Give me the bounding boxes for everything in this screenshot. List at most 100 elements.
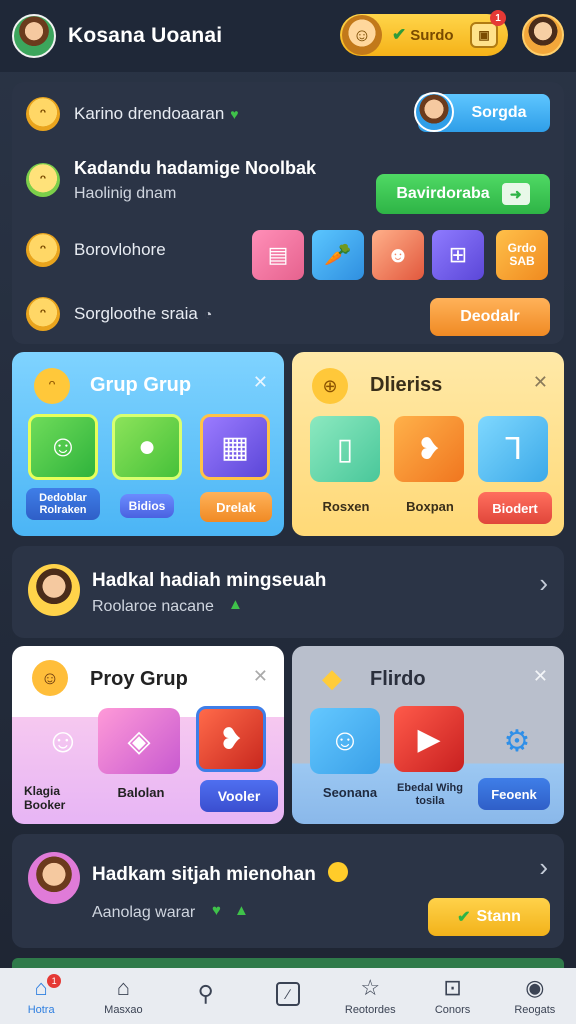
game-button-label: Vooler bbox=[217, 788, 261, 804]
notification-badge: 1 bbox=[490, 10, 506, 26]
bottom-navigation: ⌂ Hotra 1 ⌂ Masxao ⚲ ∕ ☆ Reotordes ⊡ Con… bbox=[0, 968, 576, 1024]
game-tile-gear[interactable]: ⚙ bbox=[482, 708, 552, 774]
game-tile-horn[interactable]: ❥ bbox=[196, 706, 266, 772]
game-button[interactable]: Biodert bbox=[478, 492, 552, 524]
game-label: Klagia Booker bbox=[24, 784, 66, 812]
chevron-right-icon[interactable]: › bbox=[539, 568, 548, 599]
game-tile-marshmallow[interactable]: ▯ bbox=[310, 416, 380, 482]
reward-tile-label: Grdo SAB bbox=[507, 241, 537, 268]
game-label: Balolan bbox=[117, 785, 165, 800]
house-icon: ⌂ bbox=[116, 975, 131, 1000]
clock-icon: ◔ bbox=[203, 306, 213, 322]
treasure-box-icon[interactable]: ▣ bbox=[470, 22, 498, 48]
smiley-icon: ᵔ bbox=[26, 297, 60, 331]
list-title: Hadkam sitjah mienohan bbox=[92, 864, 316, 885]
nav-label: Reotordes bbox=[344, 1004, 396, 1016]
game-button[interactable]: Drelak bbox=[200, 492, 272, 522]
check-icon: ✔ bbox=[457, 909, 471, 926]
coin-character-icon: ☺ bbox=[342, 15, 382, 55]
profile-avatar[interactable] bbox=[522, 14, 564, 56]
quest-text: Sorgloothe sraia bbox=[74, 304, 198, 323]
close-icon[interactable]: ✕ bbox=[253, 666, 268, 687]
game-label: Rosxen bbox=[322, 499, 370, 514]
arrow-right-icon: ➜ bbox=[501, 183, 530, 205]
game-label: Ebedal Wihg tosila bbox=[397, 782, 463, 807]
reward-tile[interactable]: ▤ bbox=[252, 230, 304, 280]
game-tile-candy[interactable]: ◈ bbox=[98, 708, 180, 774]
edit-square-icon: ∕ bbox=[275, 982, 300, 1006]
reward-tile[interactable]: ☻ bbox=[372, 230, 424, 280]
game-button[interactable]: Dedoblar Rolraken bbox=[26, 488, 100, 520]
nav-label: Masxao bbox=[104, 1004, 143, 1016]
card-title: Grup Grup bbox=[90, 374, 192, 396]
card-title: Flirdo bbox=[370, 668, 426, 690]
nav-profile[interactable]: ◉ Reogats bbox=[494, 968, 576, 1024]
nav-create[interactable]: ∕ bbox=[247, 968, 329, 1024]
game-tile-character[interactable]: ☺ bbox=[310, 708, 380, 774]
game-tile-play[interactable]: ▶ bbox=[394, 706, 464, 772]
start-button[interactable]: ✔ Stann bbox=[428, 898, 550, 936]
nav-rewards[interactable]: ☆ Reotordes bbox=[329, 968, 411, 1024]
game-tile-boy[interactable]: ☺ bbox=[28, 414, 98, 480]
quest-title: Kadandu hadamige Noolbak bbox=[74, 157, 317, 178]
list-subtitle: Aanolag warar bbox=[92, 904, 196, 921]
nav-search[interactable]: ⚲ bbox=[165, 968, 247, 1024]
game-tile-farmer[interactable]: ☺ bbox=[28, 708, 98, 774]
deodalr-button-label: Deodalr bbox=[460, 308, 520, 325]
card-title: Dlieriss bbox=[370, 374, 443, 396]
deodalr-button[interactable]: Deodalr bbox=[430, 298, 550, 336]
nav-label: Conors bbox=[434, 1004, 471, 1016]
reward-tile-text[interactable]: Grdo SAB bbox=[496, 230, 548, 280]
star-icon: ☆ bbox=[360, 975, 381, 1000]
game-label: Seonana bbox=[322, 785, 378, 800]
card-title: Proy Grup bbox=[90, 668, 188, 690]
game-button-label: Dedoblar Rolraken bbox=[39, 492, 87, 516]
weekly-reward-card[interactable]: Hadkal hadiah mingseuah Roolaroe nacane … bbox=[12, 546, 564, 638]
heart-icon: ♥ bbox=[230, 106, 239, 122]
sorgda-button[interactable]: Sorgda bbox=[414, 92, 550, 132]
game-tile-box[interactable]: ▦ bbox=[200, 414, 270, 480]
target-icon: ◉ bbox=[525, 975, 545, 1000]
close-icon[interactable]: ✕ bbox=[253, 372, 268, 393]
smiley-icon: ᵔ bbox=[26, 163, 60, 197]
coin-balance-pill[interactable]: ☺ ✔ Surdo ▣ 1 bbox=[340, 10, 508, 56]
game-button-label: Bidios bbox=[128, 499, 166, 513]
reward-tile[interactable]: ⊞ bbox=[432, 230, 484, 280]
bavirdoraba-button[interactable]: Bavirdoraba ➜ bbox=[376, 174, 550, 214]
smiley-icon: ᵔ bbox=[26, 97, 60, 131]
plus-coin-icon: ⊕ bbox=[312, 368, 348, 404]
home-icon: ⌂ bbox=[34, 975, 48, 1000]
quest-text: Karino drendoaaran bbox=[74, 104, 225, 123]
character-avatar-icon bbox=[414, 92, 454, 132]
flirdo-card[interactable]: ◆ Flirdo ✕ ☺ ▶ ⚙ Seonana Ebedal Wihg tos… bbox=[292, 646, 564, 824]
list-title: Hadkal hadiah mingseuah bbox=[92, 570, 327, 591]
nav-home[interactable]: ⌂ Hotra 1 bbox=[0, 968, 82, 1024]
close-icon[interactable]: ✕ bbox=[533, 666, 548, 687]
coin-icon bbox=[328, 862, 348, 882]
list-subtitle: Roolaroe nacane bbox=[92, 598, 214, 615]
game-button-label: Drelak bbox=[216, 499, 256, 515]
quest-panel: ᵔ Karino drendoaaran ♥ Sorgda ᵔ Kadandu … bbox=[12, 82, 564, 344]
camera-icon: ⊡ bbox=[443, 975, 462, 1000]
grup-card[interactable]: ᵔ Grup Grup ✕ ☺ ● ▦ Dedoblar Rolraken Bi… bbox=[12, 352, 284, 536]
close-icon[interactable]: ✕ bbox=[533, 372, 548, 393]
character-avatar bbox=[28, 852, 80, 904]
nav-camera[interactable]: ⊡ Conors bbox=[411, 968, 493, 1024]
dlieriss-card[interactable]: ⊕ Dlieriss ✕ ▯ ❥ ᒣ Rosxen Boxpan Biodert bbox=[292, 352, 564, 536]
chevron-right-icon[interactable]: › bbox=[539, 852, 548, 883]
sorgda-button-label: Sorgda bbox=[471, 104, 527, 121]
game-button[interactable]: Bidios bbox=[120, 494, 174, 518]
smiley-icon: ᵔ bbox=[34, 368, 70, 404]
proy-grup-card[interactable]: ☺ Proy Grup ✕ ☺ ◈ ❥ Klagia Booker Balola… bbox=[12, 646, 284, 824]
character-icon: ☺ bbox=[32, 660, 68, 696]
search-icon: ⚲ bbox=[197, 981, 214, 1006]
game-tile-horn[interactable]: ❥ bbox=[394, 416, 464, 482]
event-card[interactable]: Hadkam sitjah mienohan Aanolag warar ♥ ▲… bbox=[12, 834, 564, 948]
game-button[interactable]: Vooler bbox=[200, 780, 278, 812]
game-tile-letter[interactable]: ᒣ bbox=[478, 416, 548, 482]
nav-messages[interactable]: ⌂ Masxao bbox=[82, 968, 164, 1024]
reward-tile[interactable]: 🥕 bbox=[312, 230, 364, 280]
game-tile-pumpkin[interactable]: ● bbox=[112, 414, 182, 480]
game-button[interactable]: Feoenk bbox=[478, 778, 550, 810]
user-avatar[interactable] bbox=[12, 14, 56, 58]
